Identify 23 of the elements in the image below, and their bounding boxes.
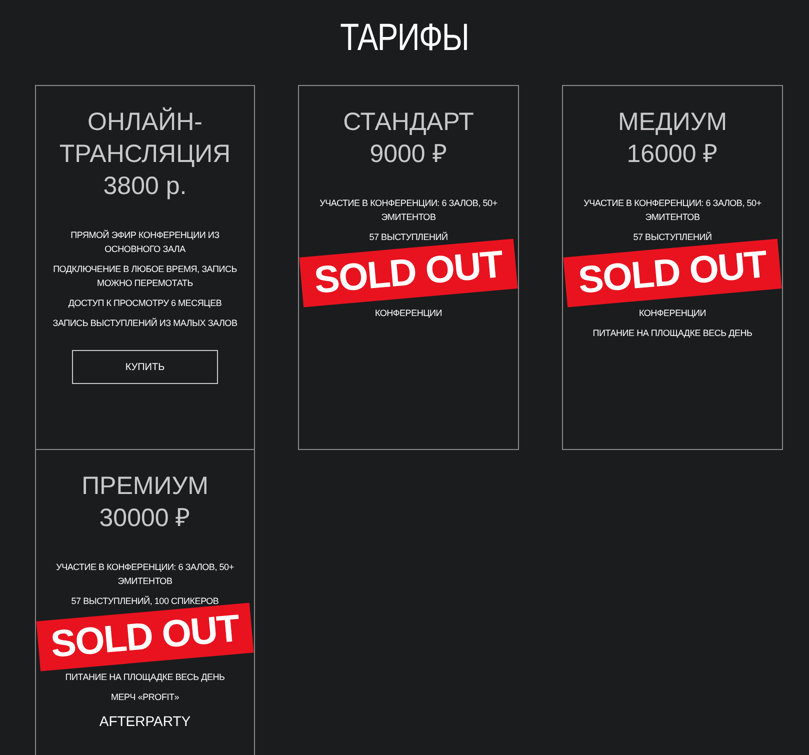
feature-text: ДОСТУП К ПРОСМОТРУ 6 МЕСЯЦЕВ	[67, 297, 223, 310]
page-title: ТАРИФЫ	[340, 16, 469, 60]
plan-title: ОНЛАЙН-ТРАНСЛЯЦИЯ	[58, 106, 232, 170]
feature-text: МЕРЧ «PROFIT»	[110, 691, 180, 704]
feature-text: ПИТАНИЕ НА ПЛОЩАДКЕ ВЕСЬ ДЕНЬ	[592, 327, 754, 340]
feature-text: ПРЯМОЙ ЭФИР КОНФЕРЕНЦИИ ИЗ ОСНОВНОГО ЗАЛА	[70, 228, 220, 256]
feature-text: УЧАСТИЕ В КОНФЕРЕНЦИИ: 6 ЗАЛОВ, 50+ ЭМИТЕНТОВ	[582, 197, 762, 224]
feature-text: ПИТАНИЕ НА ПЛОЩАДКЕ ВЕСЬ ДЕНЬ	[64, 671, 226, 684]
plan-price: 9000 ₽	[368, 139, 448, 170]
plan-price: 16000 ₽	[626, 139, 720, 170]
feature-text: ЗАПИСЬ ВЫСТУПЛЕНИЙ ИЗ МАЛЫХ ЗАЛОВ	[52, 316, 238, 330]
plan-price: 3800 р.	[102, 171, 188, 202]
feature-text: AFTERPARTY	[98, 712, 192, 730]
feature-text: КОНФЕРЕНЦИИ	[638, 307, 708, 320]
plan-price: 30000 ₽	[98, 503, 192, 534]
feature-text: УЧАСТИЕ В КОНФЕРЕНЦИИ: 6 ЗАЛОВ, 50+ ЭМИТЕНТОВ	[55, 561, 235, 588]
plan-title: СТАНДАРТ	[342, 107, 475, 138]
feature-text: ПОДКЛЮЧЕНИЕ В ЛЮБОЕ ВРЕМЯ, ЗАПИСЬ МОЖНО ПЕРЕМОТАТЬ	[52, 263, 238, 290]
buy-button[interactable]: КУПИТЬ	[72, 350, 218, 384]
feature-text: КОНФЕРЕНЦИИ	[374, 307, 444, 320]
feature-text: УЧАСТИЕ В КОНФЕРЕНЦИИ: 6 ЗАЛОВ, 50+ ЭМИТЕНТОВ	[318, 197, 498, 224]
plan-title: ПРЕМИУМ	[80, 471, 210, 502]
plan-title: МЕДИУМ	[616, 107, 728, 138]
